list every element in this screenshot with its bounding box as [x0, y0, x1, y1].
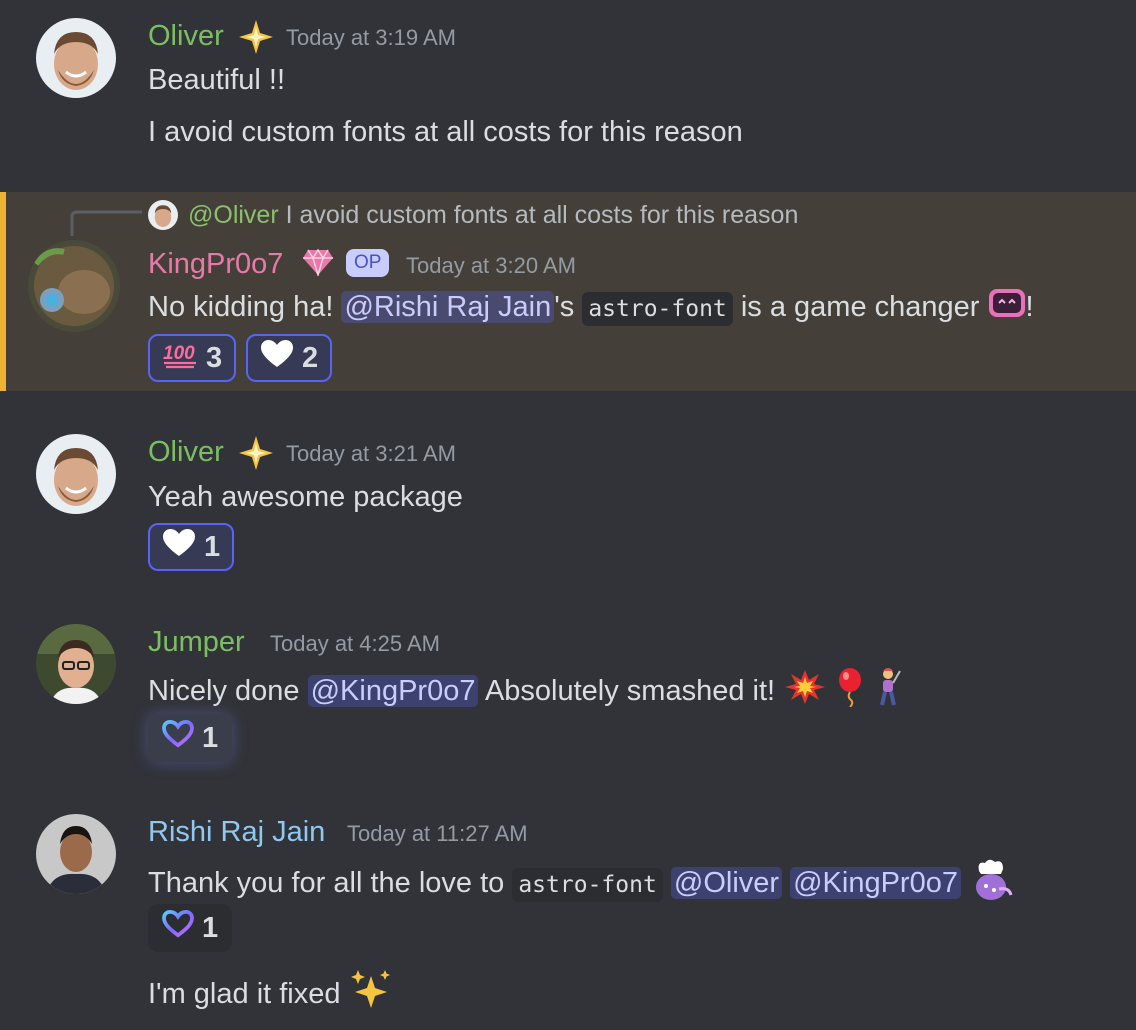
reaction-heart[interactable]: 1 — [148, 523, 235, 571]
author-name[interactable]: Oliver — [148, 434, 224, 470]
text-segment: I'm glad it fixed — [148, 978, 341, 1011]
text-segment: 's — [554, 291, 575, 324]
text-segment: is a game changer — [740, 291, 980, 324]
balloon-emoji-icon — [835, 667, 865, 718]
avatar[interactable] — [28, 240, 120, 332]
text-segment: ! — [1025, 291, 1034, 324]
message-text: I avoid custom fonts at all costs for th… — [148, 116, 743, 148]
message-text: Beautiful !! — [148, 64, 286, 96]
oliver-avatar-icon — [36, 18, 116, 98]
sparkle-badge-icon — [236, 434, 276, 477]
timestamp: Today at 4:25 AM — [270, 631, 440, 656]
message-text: Nicely done @KingPr0o7 Absolutely smashe… — [148, 667, 903, 718]
mention[interactable]: @KingPr0o7 — [790, 867, 961, 900]
gradient-heart-icon — [162, 719, 194, 756]
reaction-count: 3 — [206, 341, 223, 374]
ghost-face-emoji-icon — [988, 287, 1026, 330]
avatar[interactable] — [36, 814, 116, 894]
op-tag: OP — [346, 249, 390, 277]
timestamp: Today at 11:27 AM — [347, 821, 528, 846]
inline-code: astro-font — [512, 868, 663, 903]
avatar[interactable] — [36, 18, 116, 98]
reply-connector — [70, 210, 142, 236]
timestamp: Today at 3:21 AM — [286, 441, 456, 466]
message-text: I'm glad it fixed — [148, 968, 393, 1023]
white-heart-icon — [260, 339, 294, 377]
reaction-hundred[interactable]: 100 3 — [148, 334, 237, 382]
collision-emoji-icon — [783, 668, 827, 717]
text-segment: Absolutely smashed it! — [484, 675, 776, 708]
mention[interactable]: @Rishi Raj Jain — [341, 291, 555, 324]
timestamp: Today at 3:20 AM — [406, 253, 576, 278]
message-text: Yeah awesome package — [148, 481, 463, 513]
reply-mention[interactable]: @Oliver — [188, 201, 279, 229]
sparkle-badge-icon — [236, 18, 276, 61]
svg-text:100: 100 — [163, 343, 195, 364]
hundred-points-icon: 100 — [162, 339, 198, 377]
timestamp: Today at 3:19 AM — [286, 25, 456, 50]
reply-preview[interactable]: @Oliver I avoid custom fonts at all cost… — [188, 198, 798, 232]
mention[interactable]: @Oliver — [670, 867, 783, 900]
reaction-gradient-heart[interactable]: 1 — [148, 714, 233, 762]
avatar[interactable] — [36, 624, 116, 704]
mention[interactable]: @KingPr0o7 — [307, 675, 479, 708]
author-name[interactable]: Rishi Raj Jain — [148, 814, 325, 850]
reaction-gradient-heart[interactable]: 1 — [148, 904, 233, 952]
reaction-count: 1 — [204, 530, 221, 563]
gem-icon — [302, 248, 334, 281]
gradient-heart-icon — [162, 909, 194, 946]
inline-code: astro-font — [582, 292, 733, 327]
text-segment: No kidding ha! — [148, 291, 334, 324]
message-text: No kidding ha! @Rishi Raj Jain's astro-f… — [148, 287, 1034, 330]
rishi-avatar-icon — [36, 814, 116, 894]
person-golfing-emoji-icon — [873, 667, 903, 718]
reaction-heart[interactable]: 2 — [246, 334, 333, 382]
reaction-count: 2 — [302, 341, 319, 374]
jumper-avatar-icon — [36, 624, 116, 704]
author-name[interactable]: KingPr0o7 — [148, 246, 283, 282]
white-heart-icon — [162, 528, 196, 566]
chef-emoji-icon — [969, 857, 1015, 912]
avatar[interactable] — [36, 434, 116, 514]
reaction-count: 1 — [202, 721, 219, 754]
text-segment: Thank you for all the love to — [148, 867, 505, 900]
reaction-count: 1 — [202, 911, 219, 944]
sparkles-emoji-icon — [349, 968, 393, 1023]
reply-avatar[interactable] — [148, 200, 178, 230]
author-name[interactable]: Jumper — [148, 624, 245, 660]
reply-text: I avoid custom fonts at all costs for th… — [285, 201, 799, 229]
oliver-avatar-icon — [36, 434, 116, 514]
message-text: Thank you for all the love to astro-font… — [148, 857, 1015, 912]
highlight-bar — [0, 192, 6, 391]
kingpr0o7-avatar-icon — [28, 240, 120, 332]
author-name[interactable]: Oliver — [148, 18, 224, 54]
text-segment: Nicely done — [148, 675, 300, 708]
